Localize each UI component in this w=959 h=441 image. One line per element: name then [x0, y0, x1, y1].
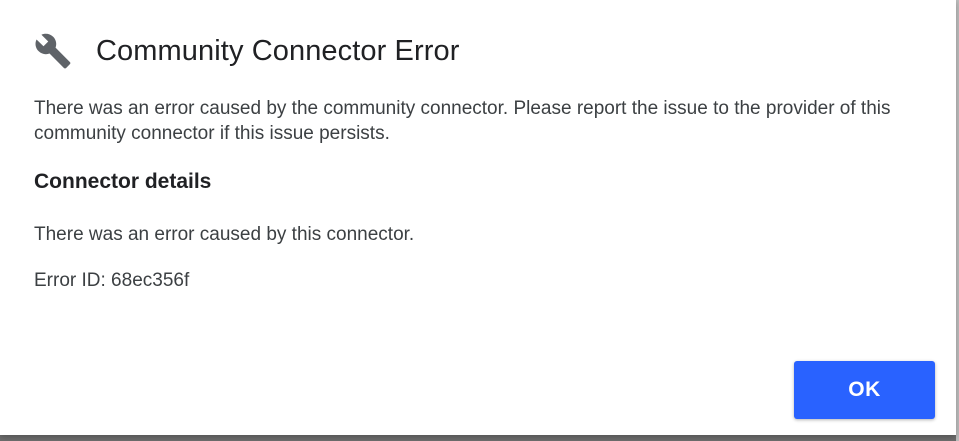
- wrench-icon: [34, 32, 72, 70]
- connector-detail-text: There was an error caused by this connec…: [34, 224, 415, 245]
- ok-button[interactable]: OK: [794, 361, 935, 419]
- background-report-strip: [0, 435, 959, 441]
- error-dialog: Community Connector Error There was an e…: [0, 0, 956, 435]
- error-id: Error ID: 68ec356f: [34, 270, 190, 291]
- error-message: There was an error caused by the communi…: [34, 98, 891, 144]
- dialog-title: Community Connector Error: [96, 34, 460, 67]
- connector-details-heading: Connector details: [34, 170, 212, 193]
- dialog-header: Community Connector Error: [34, 30, 460, 72]
